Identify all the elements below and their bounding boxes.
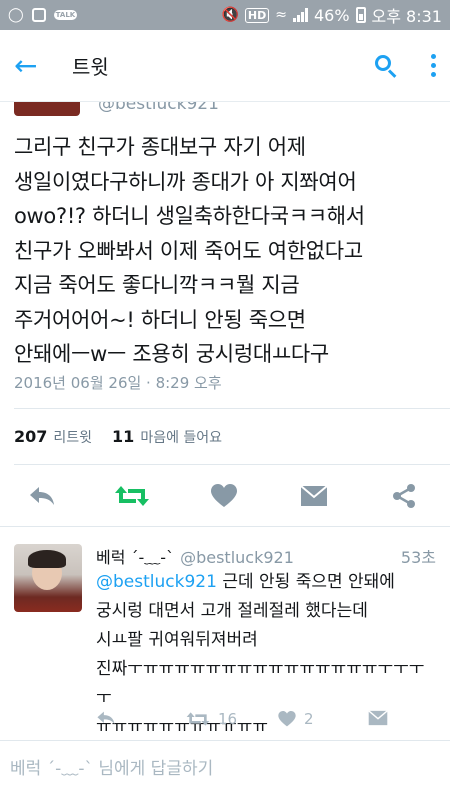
divider <box>14 464 450 465</box>
like-button[interactable]: 2 <box>278 710 314 728</box>
reply-compose-bar <box>0 740 450 800</box>
envelope-icon[interactable] <box>296 478 332 514</box>
divider <box>14 408 450 409</box>
reply-input[interactable] <box>10 759 440 779</box>
share-icon[interactable] <box>386 478 422 514</box>
heart-icon[interactable] <box>206 478 242 514</box>
battery-percent: 46% <box>313 5 350 25</box>
reply-action-bar: 16 2 <box>0 710 450 734</box>
reply-timestamp: 53초 <box>400 548 436 567</box>
app-bar: ← 트윗 <box>0 30 450 102</box>
clock: 오후 8:31 <box>371 7 442 26</box>
reply-icon[interactable] <box>24 478 60 514</box>
avatar[interactable] <box>14 544 82 612</box>
search-icon[interactable] <box>375 54 397 78</box>
like-count[interactable]: 11 <box>112 427 134 446</box>
status-bar: ◯ TALK 🔇 HD ≈ 46% 오후 8:31 <box>0 0 450 30</box>
divider <box>0 526 450 527</box>
reply-icon[interactable] <box>96 710 116 726</box>
like-count-label[interactable]: 마음에 들어요 <box>140 427 222 447</box>
more-vertical-icon[interactable] <box>431 54 436 77</box>
reply-author-handle[interactable]: @bestluck921 <box>180 548 294 567</box>
page-title: 트윗 <box>72 55 109 79</box>
mention-link[interactable]: @bestluck921 <box>96 572 217 592</box>
reply-header: 베럭 ˊ-﹏-ˋ @bestluck921 53초 <box>96 544 436 568</box>
retweet-icon[interactable] <box>114 478 150 514</box>
envelope-icon[interactable] <box>368 710 388 726</box>
tweet-action-bar <box>0 478 450 518</box>
heart-icon <box>278 711 296 727</box>
retweet-button[interactable]: 16 <box>186 710 237 728</box>
battery-icon <box>355 7 366 23</box>
tweet-timestamp: 2016년 06월 26일 · 8:29 오후 <box>14 374 222 392</box>
retweet-count[interactable]: 207 <box>14 427 47 446</box>
signal-icon <box>292 8 308 22</box>
retweet-count-label[interactable]: 리트윗 <box>53 427 92 447</box>
wifi-icon: ≈ <box>275 7 287 23</box>
tweet-text: 그리구 친구가 종대보구 자기 어제 생일이였다구하니까 종대가 아 지쫘여어 … <box>14 135 365 366</box>
reply-like-count: 2 <box>304 710 314 728</box>
app-notification-icon: ◯ <box>8 7 24 23</box>
tweet-author-handle: @bestluck921 <box>98 102 219 114</box>
previous-tweet-header[interactable]: @bestluck921 <box>0 102 450 116</box>
gallery-icon <box>31 8 46 22</box>
reply-retweet-count: 16 <box>218 710 238 728</box>
mute-icon: 🔇 <box>221 7 239 23</box>
tweet-stats: 207 리트윗 11 마음에 들어요 <box>14 427 222 447</box>
avatar[interactable] <box>14 102 80 116</box>
back-arrow-icon[interactable]: ← <box>14 49 54 82</box>
reply-author-name[interactable]: 베럭 ˊ-﹏-ˋ <box>96 544 174 568</box>
retweet-icon <box>186 712 210 726</box>
kakaotalk-icon: TALK <box>53 10 78 20</box>
hd-voice-icon: HD <box>244 7 270 23</box>
